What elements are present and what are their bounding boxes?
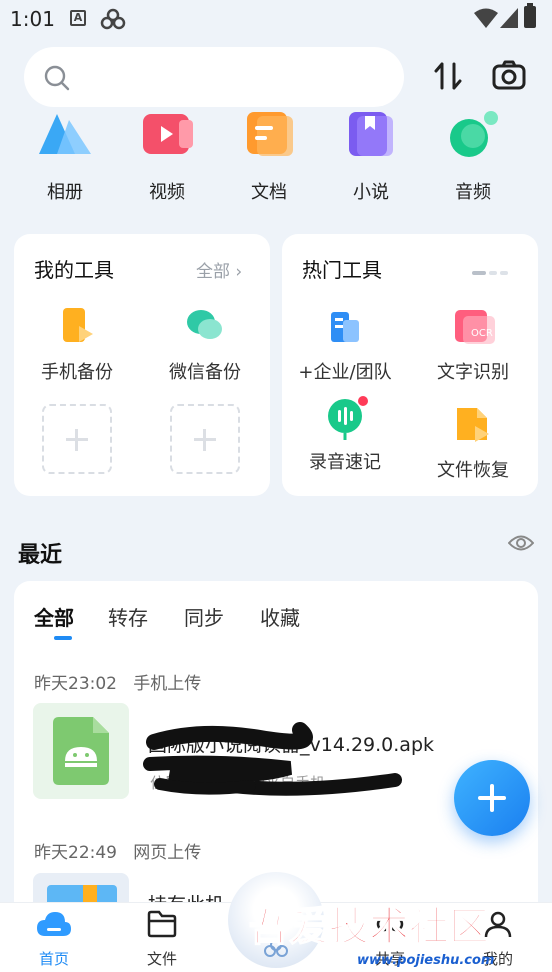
transfer-sort-icon[interactable]	[432, 60, 464, 92]
tool-file-recovery[interactable]: 文件恢复	[408, 404, 538, 482]
redaction-scribble	[143, 722, 402, 796]
chevron-right-icon: ›	[230, 262, 243, 282]
signal-icon	[500, 8, 518, 28]
tool-wechat-backup[interactable]: 微信备份	[140, 306, 270, 384]
category-label: 文档	[251, 182, 287, 203]
apk-file-thumbnail[interactable]	[33, 703, 129, 799]
search-icon	[44, 65, 70, 91]
tool-label: +企业/团队	[298, 362, 392, 383]
tool-voice-note[interactable]: 录音速记	[280, 396, 410, 474]
all-link-label: 全部	[196, 262, 230, 282]
tab-favorites[interactable]: 收藏	[260, 602, 300, 631]
group-source: 网页上传	[133, 843, 202, 863]
home-cloud-icon	[37, 912, 71, 936]
pager-dots	[472, 260, 511, 279]
camera-icon[interactable]	[492, 60, 526, 90]
category-novel[interactable]: 小说	[326, 110, 416, 204]
notification-cloud-icon	[100, 8, 126, 30]
tool-phone-backup[interactable]: 手机备份	[12, 306, 142, 384]
group-source: 手机上传	[133, 674, 202, 694]
add-tool-slot[interactable]	[170, 404, 240, 474]
tab-all[interactable]: 全部	[34, 602, 74, 631]
tab-transfer[interactable]: 转存	[108, 602, 148, 631]
wifi-icon	[474, 8, 498, 28]
nav-label: 首页	[38, 950, 69, 968]
hot-tools-title: 热门工具	[302, 258, 382, 282]
nav-files[interactable]: 文件	[122, 910, 202, 969]
tab-sync[interactable]: 同步	[184, 602, 224, 631]
my-tools-title: 我的工具	[34, 258, 114, 282]
category-video[interactable]: 视频	[122, 110, 212, 204]
nav-label: 文件	[146, 950, 177, 968]
watermark-logo: 吾爱技术社区 www.pojieshu.com	[245, 890, 545, 972]
tab-indicator	[54, 636, 72, 640]
novel-icon	[343, 110, 399, 166]
svg-text:吾爱技术社区: 吾爱技术社区	[249, 904, 489, 950]
category-album[interactable]: 相册	[20, 110, 110, 204]
tool-label: 手机备份	[41, 362, 113, 383]
category-label: 小说	[353, 182, 389, 203]
add-tool-slot[interactable]	[42, 404, 112, 474]
svg-text:www.pojieshu.com: www.pojieshu.com	[357, 953, 494, 968]
voice-note-icon	[325, 396, 368, 440]
status-time: 1:01	[10, 7, 55, 31]
file-recovery-icon	[453, 404, 493, 444]
eye-icon[interactable]	[508, 532, 534, 554]
folder-icon	[147, 910, 177, 938]
ocr-badge: OCR	[471, 328, 493, 339]
tool-label: 文字识别	[437, 362, 509, 383]
my-tools-all-link[interactable]: 全部 ›	[196, 257, 242, 282]
group-time: 昨天23:02	[34, 674, 117, 694]
tool-enterprise-team[interactable]: +企业/团队	[280, 306, 410, 384]
search-input[interactable]	[24, 47, 404, 107]
nav-home[interactable]: 首页	[14, 910, 94, 969]
battery-icon	[524, 3, 536, 28]
category-document[interactable]: 文档	[224, 110, 314, 204]
android-apk-icon	[53, 717, 109, 785]
group-time: 昨天22:49	[34, 843, 117, 863]
category-label: 视频	[149, 182, 185, 203]
document-icon	[241, 110, 297, 166]
tool-label: 微信备份	[169, 362, 241, 383]
tool-ocr[interactable]: OCR 文字识别	[408, 306, 538, 384]
recent-title: 最近	[18, 543, 63, 568]
tool-label: 文件恢复	[437, 460, 509, 481]
audio-icon	[445, 110, 501, 166]
wechat-backup-icon	[185, 306, 225, 346]
album-icon	[37, 110, 93, 166]
category-label: 相册	[47, 182, 83, 203]
tool-label: 录音速记	[309, 452, 381, 473]
category-label: 音频	[455, 182, 491, 203]
add-fab-button[interactable]	[454, 760, 530, 836]
phone-backup-icon	[57, 306, 97, 346]
group-header: 昨天22:49 网页上传	[34, 838, 201, 863]
video-icon	[139, 110, 195, 166]
category-audio[interactable]: 音频	[428, 110, 518, 204]
notification-a-icon: A	[70, 10, 86, 26]
group-header: 昨天23:02 手机上传	[34, 669, 201, 694]
ocr-icon: OCR	[453, 306, 495, 346]
enterprise-team-icon	[325, 306, 365, 346]
